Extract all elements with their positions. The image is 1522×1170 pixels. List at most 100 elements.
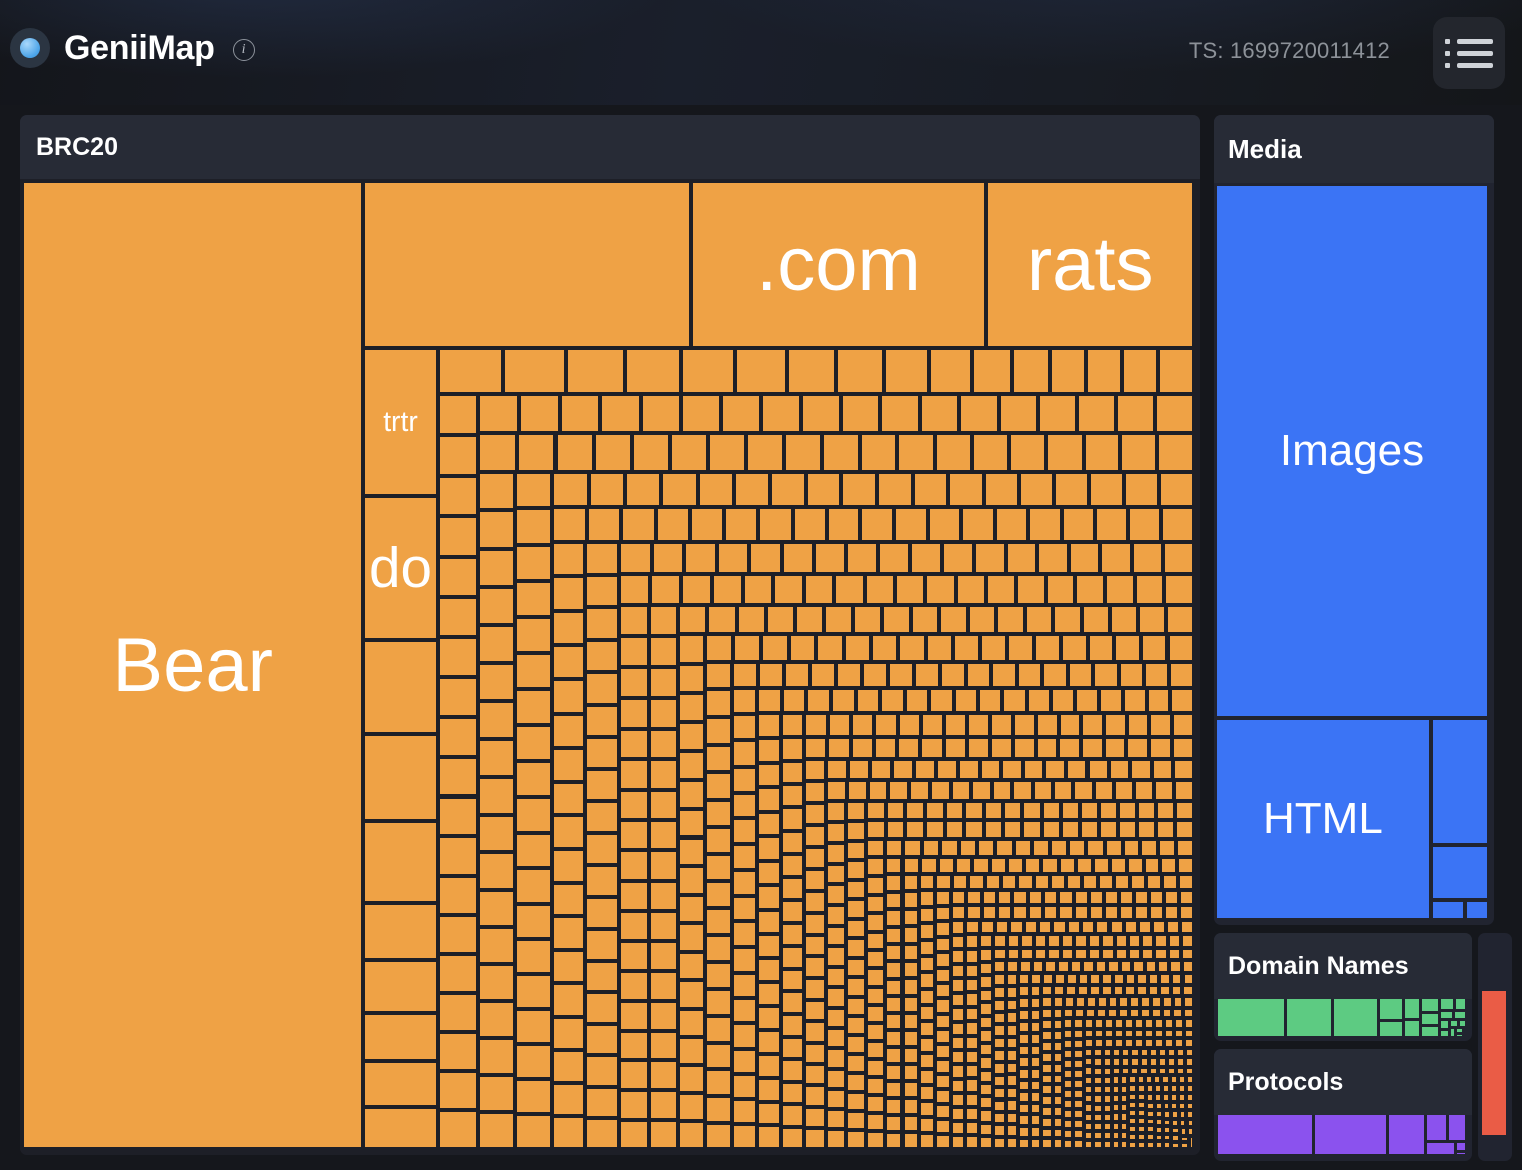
treemap-cell[interactable]	[1020, 1105, 1028, 1113]
treemap-cell[interactable]	[1055, 1140, 1062, 1147]
treemap-cell[interactable]	[1191, 1138, 1192, 1147]
treemap-cell[interactable]	[1149, 690, 1169, 711]
treemap-cell[interactable]	[1091, 987, 1099, 994]
treemap-cell[interactable]	[986, 803, 1001, 818]
treemap-cell[interactable]	[480, 779, 513, 813]
treemap-cell[interactable]	[879, 474, 911, 505]
treemap-cell[interactable]	[365, 823, 435, 901]
treemap-cell[interactable]	[517, 474, 550, 507]
treemap-cell[interactable]	[1173, 975, 1181, 983]
treemap-cell[interactable]	[1054, 922, 1064, 932]
treemap-cell[interactable]	[937, 1136, 949, 1147]
treemap-cell[interactable]	[900, 636, 923, 660]
treemap-cell[interactable]	[963, 509, 992, 540]
treemap-cell[interactable]	[1049, 950, 1059, 959]
treemap-cell[interactable]	[816, 544, 844, 572]
treemap-cell[interactable]	[505, 350, 564, 393]
treemap-cell[interactable]	[1287, 999, 1331, 1036]
treemap-cell[interactable]	[937, 876, 950, 889]
treemap-cell[interactable]	[1116, 1031, 1122, 1037]
treemap-cell[interactable]	[1008, 1026, 1016, 1035]
treemap-cell[interactable]	[1065, 1031, 1071, 1037]
treemap-cell[interactable]	[759, 1127, 779, 1147]
treemap-cell[interactable]	[986, 822, 1001, 836]
treemap-cell[interactable]	[707, 856, 729, 879]
treemap-cell[interactable]	[680, 1123, 703, 1147]
treemap-cell[interactable]	[1143, 950, 1152, 959]
treemap-cell[interactable]	[921, 942, 933, 954]
treemap-cell[interactable]	[1001, 396, 1036, 431]
treemap-cell[interactable]	[1137, 576, 1163, 604]
treemap-cell[interactable]	[937, 1046, 949, 1057]
treemap-cell[interactable]	[1166, 1031, 1172, 1037]
treemap-cell[interactable]	[587, 899, 616, 927]
treemap-cell[interactable]	[1060, 739, 1079, 757]
treemap-cell[interactable]	[806, 1109, 824, 1126]
treemap-cell[interactable]	[900, 715, 919, 735]
treemap-cell[interactable]	[1097, 962, 1106, 971]
treemap-cell[interactable]	[1103, 975, 1111, 983]
treemap-cell[interactable]	[806, 1023, 824, 1040]
treemap-cell[interactable]	[707, 802, 729, 825]
treemap-cell[interactable]	[1076, 1010, 1083, 1016]
treemap-cell[interactable]	[1165, 1104, 1169, 1108]
treemap-cell[interactable]	[1451, 1029, 1454, 1036]
treemap-cell[interactable]	[1020, 975, 1028, 983]
treemap-cell[interactable]	[759, 960, 779, 980]
treemap-cell[interactable]	[838, 664, 860, 686]
treemap-cell[interactable]	[1139, 822, 1154, 836]
treemap-cell[interactable]	[806, 1002, 824, 1020]
treemap-cell[interactable]	[621, 943, 647, 969]
treemap-cell[interactable]	[1178, 1050, 1183, 1056]
panel-brc20[interactable]: BRC20 Bear.comratstrtrdo	[20, 115, 1200, 1155]
treemap-cell[interactable]	[921, 958, 933, 970]
treemap-cell[interactable]	[1009, 936, 1019, 945]
treemap-cell[interactable]	[1163, 1077, 1167, 1082]
treemap-cell[interactable]	[1171, 664, 1192, 686]
treemap-cell[interactable]	[1433, 720, 1487, 843]
treemap-cell[interactable]	[672, 435, 706, 470]
treemap-cell[interactable]	[1482, 991, 1506, 1135]
treemap-cell[interactable]	[806, 871, 824, 889]
treemap-cell[interactable]	[1118, 396, 1153, 431]
treemap-cell[interactable]	[921, 892, 933, 905]
treemap-cell[interactable]	[1114, 1133, 1118, 1138]
treemap-cell[interactable]	[365, 736, 435, 820]
treemap-cell[interactable]	[1441, 1012, 1453, 1018]
treemap-cell[interactable]	[554, 1019, 583, 1048]
treemap-cell[interactable]	[803, 396, 839, 431]
treemap-cell[interactable]	[1040, 396, 1075, 431]
treemap-cell[interactable]	[1116, 1020, 1122, 1027]
treemap-cell[interactable]	[707, 910, 729, 933]
treemap-cell[interactable]	[1130, 1135, 1135, 1139]
treemap-cell[interactable]	[1151, 1050, 1156, 1056]
treemap-cell[interactable]	[1132, 761, 1149, 778]
treemap-cell[interactable]	[1043, 1130, 1050, 1137]
panel-misc[interactable]	[1478, 933, 1512, 1161]
treemap-cell[interactable]	[1114, 1077, 1118, 1082]
treemap-cell[interactable]	[921, 1135, 933, 1147]
treemap-cell[interactable]	[759, 690, 780, 711]
treemap-cell[interactable]	[554, 716, 583, 746]
treemap-cell[interactable]	[868, 822, 884, 836]
treemap-cell[interactable]	[1160, 1069, 1165, 1074]
treemap-cell[interactable]	[887, 1134, 901, 1147]
treemap-cell[interactable]	[887, 859, 901, 873]
treemap-protocols[interactable]	[1218, 1115, 1468, 1157]
treemap-cell[interactable]	[783, 715, 803, 735]
treemap-cell[interactable]	[848, 823, 864, 839]
treemap-cell[interactable]	[623, 509, 653, 540]
treemap-cell[interactable]	[1030, 509, 1059, 540]
treemap-cell[interactable]	[982, 922, 993, 932]
treemap-cell[interactable]	[1146, 1040, 1152, 1045]
treemap-cell[interactable]	[954, 876, 966, 889]
treemap-cell[interactable]	[1083, 739, 1102, 757]
treemap-cell[interactable]	[868, 915, 883, 929]
treemap-cell[interactable]	[480, 966, 513, 999]
treemap-cell[interactable]	[1164, 998, 1171, 1005]
treemap-cell[interactable]	[848, 843, 864, 859]
treemap-cell[interactable]	[1032, 1023, 1039, 1031]
treemap-cell[interactable]	[876, 739, 895, 757]
treemap-cell[interactable]	[1142, 841, 1156, 855]
treemap-cell[interactable]	[946, 715, 965, 735]
